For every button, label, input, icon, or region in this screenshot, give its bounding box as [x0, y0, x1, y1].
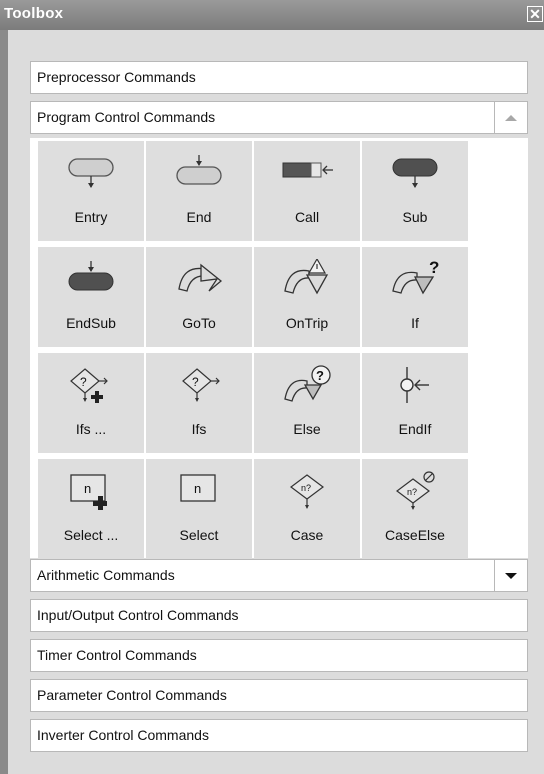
tool-select-add[interactable]: n Select ... — [38, 459, 144, 559]
goto-icon — [178, 263, 223, 292]
tool-label: End — [186, 209, 212, 225]
svg-text:n?: n? — [301, 483, 311, 493]
tool-label: Entry — [74, 209, 108, 225]
section-label: Input/Output Control Commands — [37, 607, 239, 623]
svg-text:?: ? — [80, 375, 87, 389]
tool-ifs[interactable]: ? Ifs — [146, 353, 252, 453]
ifs-icon: ? — [182, 368, 220, 402]
svg-text:?: ? — [192, 375, 199, 389]
tool-entry[interactable]: Entry — [38, 141, 144, 241]
svg-text:?: ? — [429, 259, 439, 277]
section-label: Timer Control Commands — [37, 647, 197, 663]
tool-caseelse[interactable]: n? CaseElse — [362, 459, 468, 559]
select-icon: n — [180, 474, 216, 502]
tool-label: EndIf — [398, 421, 432, 437]
title-bar: Toolbox ✕ — [0, 0, 544, 31]
left-border — [0, 30, 8, 774]
endsub-icon — [68, 261, 114, 291]
down-arrow-icon — [505, 573, 517, 579]
section-label: Arithmetic Commands — [37, 567, 175, 583]
section-io-control[interactable]: Input/Output Control Commands — [30, 599, 528, 632]
tool-label: Ifs ... — [75, 421, 107, 437]
ifs-add-icon: ? — [70, 368, 108, 403]
section-label: Program Control Commands — [37, 109, 216, 125]
svg-text:n: n — [84, 481, 91, 496]
tool-goto[interactable]: GoTo — [146, 247, 252, 347]
section-preprocessor[interactable]: Preprocessor Commands — [30, 61, 528, 94]
caseelse-icon: n? — [396, 471, 435, 510]
tool-endsub[interactable]: EndSub — [38, 247, 144, 347]
tool-ontrip[interactable]: OnTrip — [254, 247, 360, 347]
tool-select[interactable]: n Select — [146, 459, 252, 559]
endif-icon — [400, 367, 429, 403]
tool-if[interactable]: ? If — [362, 247, 468, 347]
collapse-button[interactable] — [494, 101, 528, 134]
end-icon — [176, 155, 222, 185]
tool-label: Case — [290, 527, 324, 543]
section-label: Parameter Control Commands — [37, 687, 227, 703]
section-parameter-control[interactable]: Parameter Control Commands — [30, 679, 528, 712]
entry-icon — [68, 158, 114, 188]
ontrip-icon — [284, 259, 329, 295]
svg-text:n?: n? — [407, 487, 417, 497]
close-icon[interactable]: ✕ — [527, 6, 543, 22]
window-title: Toolbox — [4, 5, 64, 22]
if-icon: ? — [392, 259, 439, 295]
tool-label: Select ... — [63, 527, 119, 543]
case-icon: n? — [290, 474, 324, 509]
svg-text:n: n — [194, 481, 201, 496]
tool-else[interactable]: ? Else — [254, 353, 360, 453]
tool-label: Else — [293, 421, 321, 437]
tool-label: If — [411, 315, 419, 331]
call-icon — [282, 162, 333, 178]
up-arrow-icon — [505, 115, 517, 121]
tool-ifs-add[interactable]: ? Ifs ... — [38, 353, 144, 453]
tool-endif[interactable]: EndIf — [362, 353, 468, 453]
expand-button[interactable] — [494, 559, 528, 592]
section-inverter-control[interactable]: Inverter Control Commands — [30, 719, 528, 752]
tool-label: Ifs — [191, 421, 207, 437]
section-label: Preprocessor Commands — [37, 69, 196, 85]
tool-label: Sub — [402, 209, 428, 225]
tool-grid: Entry End Call Sub EndSub GoTo OnTrip ? … — [30, 138, 528, 559]
section-program-control[interactable]: Program Control Commands — [30, 101, 528, 134]
tool-label: CaseElse — [385, 527, 445, 543]
tool-label: Call — [294, 209, 320, 225]
section-timer-control[interactable]: Timer Control Commands — [30, 639, 528, 672]
tool-label: GoTo — [182, 315, 216, 331]
tool-label: Select — [179, 527, 219, 543]
tool-sub[interactable]: Sub — [362, 141, 468, 241]
section-label: Inverter Control Commands — [37, 727, 209, 743]
tool-call[interactable]: Call — [254, 141, 360, 241]
tool-label: OnTrip — [285, 315, 329, 331]
section-arithmetic[interactable]: Arithmetic Commands — [30, 559, 528, 592]
select-add-icon: n — [70, 474, 107, 510]
svg-text:?: ? — [316, 368, 324, 383]
tool-label: EndSub — [66, 315, 116, 331]
sub-icon — [392, 158, 438, 188]
tool-case[interactable]: n? Case — [254, 459, 360, 559]
else-icon: ? — [284, 365, 331, 402]
tool-end[interactable]: End — [146, 141, 252, 241]
